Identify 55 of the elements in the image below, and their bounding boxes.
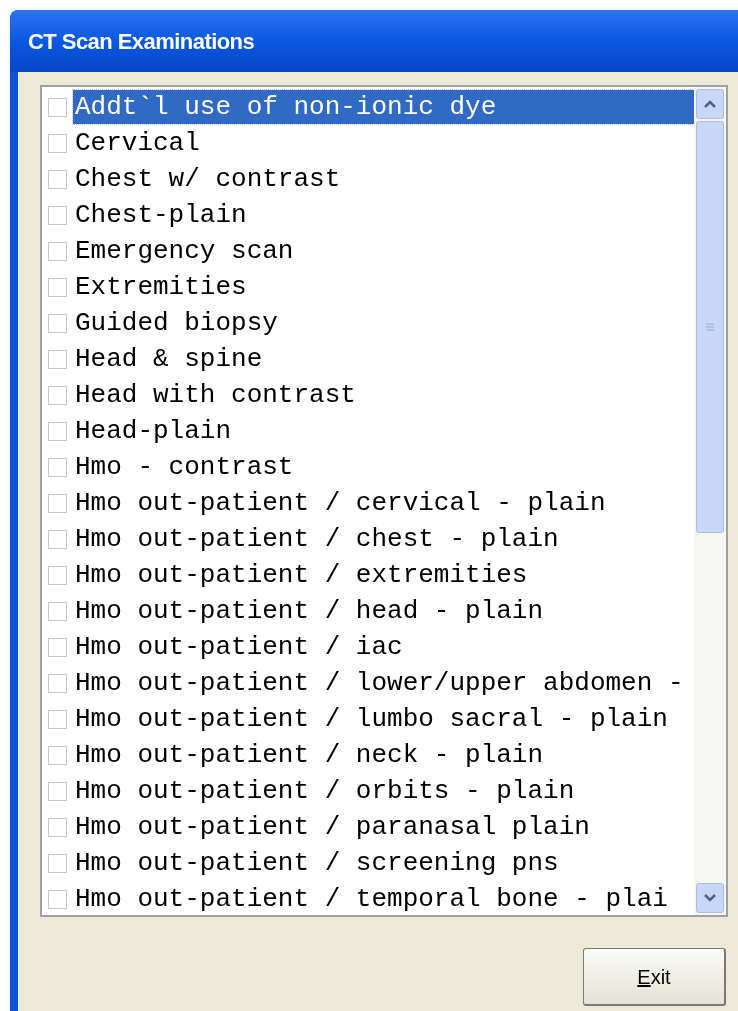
checkbox[interactable] [48, 349, 67, 369]
list-item[interactable]: Cervical [73, 126, 200, 160]
list-item[interactable]: Addt`l use of non-ionic dye [73, 90, 694, 124]
checkbox[interactable] [48, 457, 67, 477]
checkbox[interactable] [48, 421, 67, 441]
list-item[interactable]: Hmo out-patient / extremities [73, 558, 528, 592]
list-item[interactable]: Hmo out-patient / orbits - plain [73, 774, 575, 808]
chevron-up-icon [703, 99, 717, 109]
checkbox[interactable] [48, 313, 67, 333]
checkbox[interactable] [48, 709, 67, 729]
checkbox[interactable] [48, 133, 67, 153]
window-title: CT Scan Examinations [28, 27, 255, 56]
checkbox[interactable] [48, 889, 67, 909]
scroll-thumb[interactable] [696, 121, 724, 533]
list-item[interactable]: Extremities [73, 270, 247, 304]
checkbox[interactable] [48, 385, 67, 405]
checkbox[interactable] [48, 565, 67, 585]
list-item[interactable]: Hmo out-patient / lumbo sacral - plain [73, 702, 668, 736]
list-item[interactable]: Head & spine [73, 342, 263, 376]
checkbox[interactable] [48, 529, 67, 549]
scroll-down-button[interactable] [696, 883, 724, 913]
list-item[interactable]: Hmo out-patient / paranasal plain [73, 810, 590, 844]
list-item[interactable]: Head-plain [73, 414, 232, 448]
scroll-up-button[interactable] [696, 89, 724, 119]
list-item[interactable]: Guided biopsy [73, 306, 278, 340]
vertical-scrollbar[interactable] [694, 87, 726, 915]
list-item[interactable]: Head with contrast [73, 378, 356, 412]
checkbox[interactable] [48, 817, 67, 837]
list-item[interactable]: Hmo out-patient / lower/upper abdomen - [73, 666, 684, 700]
checkbox[interactable] [48, 601, 67, 621]
grip-icon [705, 322, 715, 332]
list-item[interactable]: Hmo out-patient / screening pns [73, 846, 559, 880]
checkbox[interactable] [48, 673, 67, 693]
list-item[interactable]: Hmo out-patient / head - plain [73, 594, 544, 628]
checkbox[interactable] [48, 853, 67, 873]
list-item[interactable]: Chest w/ contrast [73, 162, 341, 196]
checkbox[interactable] [48, 241, 67, 261]
exit-button[interactable]: Exit [583, 948, 726, 1006]
list-item[interactable]: Hmo out-patient / iac [73, 630, 403, 664]
list-item[interactable]: Hmo out-patient / chest - plain [73, 522, 559, 556]
list-item[interactable]: Hmo - contrast [73, 450, 294, 484]
checkbox[interactable] [48, 169, 67, 189]
checkbox[interactable] [48, 205, 67, 225]
checkbox[interactable] [48, 493, 67, 513]
list-item[interactable]: Chest-plain [73, 198, 247, 232]
checkbox[interactable] [48, 97, 67, 117]
list-item[interactable]: Hmo out-patient / temporal bone - plai [73, 882, 668, 915]
list-item[interactable]: Emergency scan [73, 234, 294, 268]
list-item[interactable]: Hmo out-patient / cervical - plain [73, 486, 606, 520]
chevron-down-icon [703, 893, 717, 903]
checkbox[interactable] [48, 745, 67, 765]
checkbox[interactable] [48, 277, 67, 297]
checkbox[interactable] [48, 637, 67, 657]
checkbox[interactable] [48, 781, 67, 801]
list-item[interactable]: Hmo out-patient / neck - plain [73, 738, 544, 772]
